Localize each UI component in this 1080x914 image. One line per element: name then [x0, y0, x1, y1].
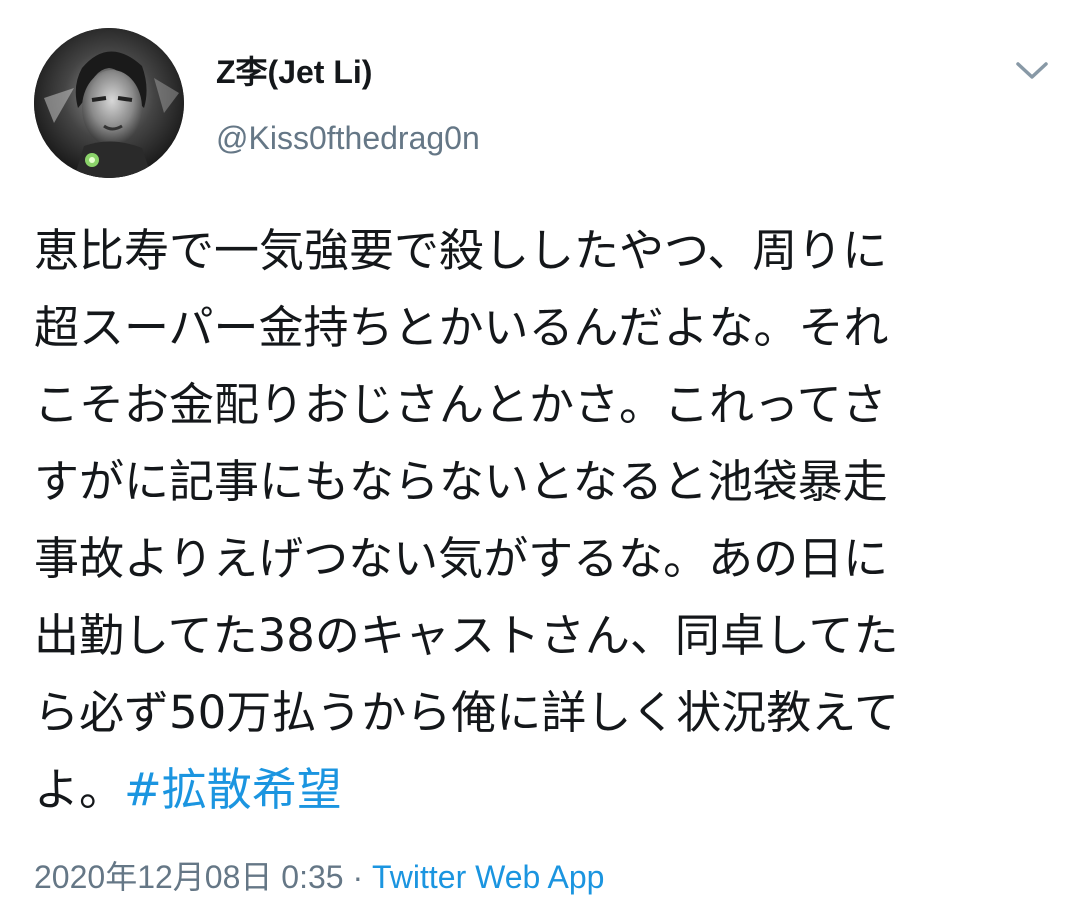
tweet-last-line: よ。#拡散希望 — [34, 751, 1034, 828]
tweet-timestamp[interactable]: 2020年12月08日 0:35 — [34, 859, 344, 895]
author-display-name[interactable]: Z李(Jet Li) — [216, 52, 372, 92]
user-avatar-icon[interactable] — [34, 28, 184, 178]
hashtag-link[interactable]: #拡散希望 — [124, 763, 342, 816]
avatar-portrait-icon — [34, 28, 184, 178]
tweet-body: 恵比寿で一気強要で殺ししたやつ、周りに 超スーパー金持ちとかいるんだよな。それ … — [34, 212, 1034, 828]
tweet-meta: 2020年12月08日 0:35 · Twitter Web App — [34, 856, 604, 898]
tweet-line-text: よ。 — [34, 763, 125, 816]
tweet-source-link[interactable]: Twitter Web App — [372, 859, 604, 895]
tweet-line: ら必ず50万払うから俺に詳しく状況教えて — [34, 686, 900, 739]
meta-separator: · — [343, 859, 372, 895]
tweet-line: 出勤してた38のキャストさん、同卓してた — [34, 609, 899, 662]
tweet-card: Z李(Jet Li) @Kiss0fthedrag0n 恵比寿で一気強要で殺しし… — [0, 0, 1080, 914]
tweet-line: 事故よりえげつない気がするな。あの日に — [34, 532, 889, 585]
chevron-down-icon[interactable] — [1010, 52, 1054, 88]
tweet-line: 恵比寿で一気強要で殺ししたやつ、周りに — [34, 224, 888, 277]
tweet-line: 超スーパー金持ちとかいるんだよな。それ — [34, 301, 889, 354]
tweet-line: こそお金配りおじさんとかさ。これってさ — [34, 378, 887, 431]
author-handle[interactable]: @Kiss0fthedrag0n — [216, 118, 480, 158]
tweet-line: すがに記事にもならないとなると池袋暴走 — [34, 455, 888, 508]
